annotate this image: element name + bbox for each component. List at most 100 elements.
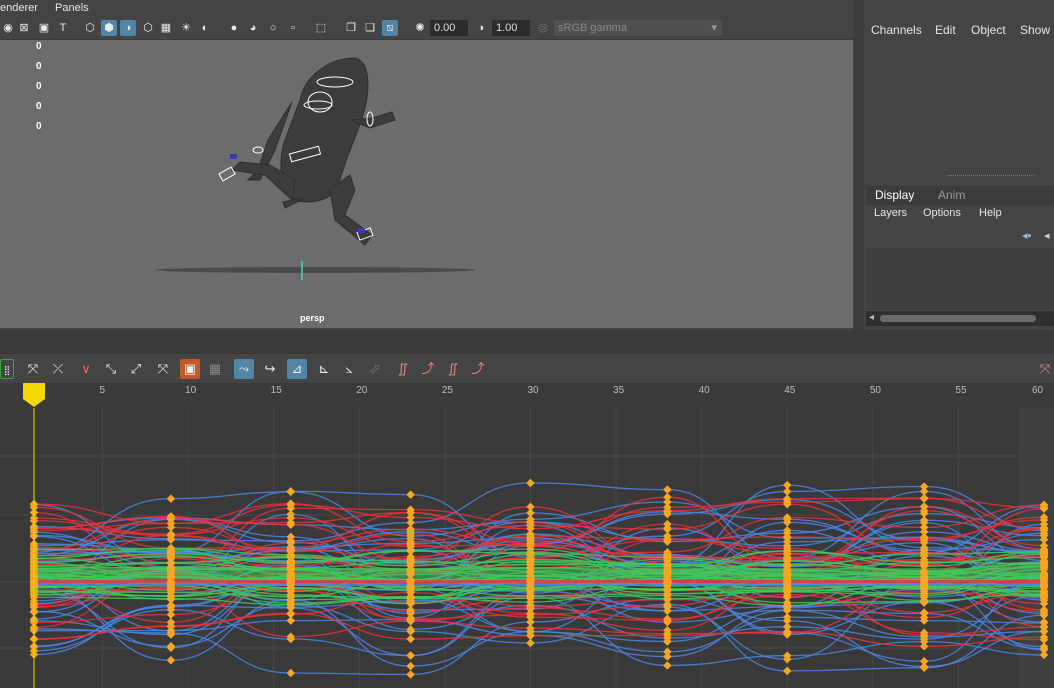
- keyframe-marker: [286, 487, 296, 496]
- resize-grip[interactable]: [948, 175, 1034, 176]
- default-material-icon[interactable]: ◑: [120, 20, 136, 36]
- image-plane-icon[interactable]: ▣: [36, 20, 52, 36]
- isolate-select-icon[interactable]: ⬚: [313, 20, 329, 36]
- oscillate-icon[interactable]: ⤴: [468, 359, 488, 379]
- graph-editor-toolbar: ⣿ ⤧ ⤫ ∨ ⤡ ⤢ ⤧ ▣ ▦ ⤳ ↪ ⊿ ⊾ ⦣ ⬀ ∬ ⤴ ∬ ⤴ ⤧: [0, 354, 1054, 383]
- viewport-toolbar: ◉ ⊠ ▣ T ⬡ ⬢ ◑ ⬡ ▦ ☀ ◐ ● ◕ ○ ▫ ⬚ ❐ ❑ ⧅ ✺ …: [0, 17, 858, 40]
- cycle-offset-icon[interactable]: ∬: [443, 359, 463, 379]
- ruler-tick-label: 30: [527, 385, 539, 396]
- keyframe-marker: [663, 492, 672, 502]
- depth-of-field-icon[interactable]: ▫: [285, 20, 301, 36]
- character-mesh: [230, 57, 396, 246]
- expand-toolbar-icon[interactable]: ⤧: [1036, 359, 1054, 379]
- chevron-down-icon: ▾: [711, 22, 717, 34]
- tab-anim[interactable]: Anim: [938, 188, 965, 202]
- keyframe-marker: [526, 502, 535, 512]
- frame-all-icon[interactable]: ⊿: [287, 359, 307, 379]
- menu-layers[interactable]: Layers: [874, 207, 907, 219]
- keyframe-marker: [286, 499, 296, 508]
- shadows-icon[interactable]: ◐: [197, 20, 213, 36]
- current-time-indicator[interactable]: [21, 383, 47, 408]
- center-view-icon[interactable]: ⦣: [339, 359, 359, 379]
- ruler-tick-label: 5: [99, 385, 106, 396]
- menu-options[interactable]: Options: [923, 207, 961, 219]
- fit-view-icon[interactable]: ⊠: [16, 20, 32, 36]
- tab-display[interactable]: Display: [875, 188, 914, 202]
- menu-show[interactable]: Show: [1020, 23, 1050, 37]
- curve-graph[interactable]: [0, 408, 1054, 688]
- layer-editor-tabs: Display Anim: [866, 186, 1054, 205]
- pane-divider[interactable]: [0, 330, 1054, 354]
- scrollbar-thumb[interactable]: [880, 315, 1036, 322]
- pre-infinity-icon[interactable]: ∬: [393, 359, 413, 379]
- time-ruler[interactable]: 5 10 15 20 25 30 35 40 45 50 55 60: [0, 383, 1054, 408]
- text-icon[interactable]: T: [55, 20, 71, 36]
- keyframe-marker: [406, 651, 415, 660]
- step-tangents-icon[interactable]: ⤧: [153, 359, 173, 379]
- motion-blur-icon[interactable]: ◕: [245, 20, 261, 36]
- snap-icon[interactable]: ↪: [260, 359, 280, 379]
- wireframe-on-shaded-icon[interactable]: ⬡: [140, 20, 156, 36]
- perspective-viewport[interactable]: 0 0 0 0 0 persp: [0, 40, 853, 328]
- curve-band-red: [34, 580, 1044, 583]
- horizontal-scrollbar[interactable]: ◂: [866, 311, 1054, 326]
- xray-joints-icon[interactable]: ❑: [362, 20, 378, 36]
- clamped-tangents-icon[interactable]: ⤡: [101, 359, 121, 379]
- exposure-icon[interactable]: ✺: [412, 20, 428, 36]
- keyframe-marker: [166, 610, 176, 619]
- move-keys-icon[interactable]: ⤧: [23, 359, 43, 379]
- frame-playback-range-icon[interactable]: ⊾: [314, 359, 334, 379]
- keyframe-marker: [919, 502, 929, 511]
- panel-splitter[interactable]: [853, 0, 864, 330]
- buffer-curve-icon[interactable]: ▣: [180, 359, 200, 379]
- lights-icon[interactable]: ☀: [178, 20, 194, 36]
- spline-tangents-icon[interactable]: ∨: [76, 359, 96, 379]
- insert-keys-icon[interactable]: ⤫: [48, 359, 68, 379]
- keyframe-marker: [286, 668, 296, 678]
- curve-band-blue: [34, 583, 1044, 586]
- textured-icon[interactable]: ▦: [158, 20, 174, 36]
- viewport-menu-bar: enderer Panels: [0, 0, 858, 17]
- menu-panels[interactable]: Panels: [55, 2, 89, 14]
- scroll-left-icon[interactable]: ◂: [869, 312, 874, 323]
- smooth-shade-icon[interactable]: ⬢: [101, 20, 117, 36]
- gamma-icon[interactable]: ◗: [474, 20, 490, 36]
- xray-icon[interactable]: ❐: [343, 20, 359, 36]
- color-space-dropdown[interactable]: sRGB gamma ▾: [554, 20, 722, 36]
- post-infinity-icon[interactable]: ⤴: [418, 359, 438, 379]
- curve-band-green: [34, 568, 1044, 582]
- linear-tangents-icon[interactable]: ⤢: [126, 359, 146, 379]
- anti-alias-icon[interactable]: ○: [265, 20, 281, 36]
- ruler-tick-label: 35: [613, 385, 625, 396]
- auto-frame-icon[interactable]: ⬀: [365, 359, 385, 379]
- keyframe-marker: [406, 547, 415, 556]
- menu-edit[interactable]: Edit: [935, 23, 956, 37]
- exposure-field[interactable]: 0.00: [430, 20, 468, 36]
- ruler-tick-label: 60: [1032, 385, 1044, 396]
- keyframe-marker: [406, 490, 415, 499]
- keyframe-marker: [919, 662, 929, 671]
- layer-list[interactable]: [866, 248, 1054, 310]
- xray-components-icon[interactable]: ⧅: [382, 20, 398, 36]
- keyframe-marker: [663, 661, 672, 670]
- move-layer-up-icon[interactable]: ◂▪: [1022, 229, 1031, 242]
- menu-help[interactable]: Help: [979, 207, 1002, 219]
- gamma-field[interactable]: 1.00: [492, 20, 530, 36]
- menu-object[interactable]: Object: [971, 23, 1006, 37]
- menu-channels[interactable]: Channels: [871, 23, 922, 37]
- wireframe-icon[interactable]: ⬡: [82, 20, 98, 36]
- normalize-icon[interactable]: ⤳: [234, 359, 254, 379]
- ruler-tick-label: 55: [955, 385, 967, 396]
- keyframe-marker: [782, 666, 792, 676]
- move-layer-down-icon[interactable]: ◂: [1044, 229, 1050, 242]
- keyframe-marker: [406, 634, 415, 644]
- keyframe-marker: [286, 609, 296, 619]
- ambient-occlusion-icon[interactable]: ●: [226, 20, 242, 36]
- color-management-icon[interactable]: ◎: [535, 20, 551, 36]
- menu-renderer[interactable]: enderer: [0, 2, 38, 14]
- camera-icon[interactable]: ◉: [0, 20, 16, 36]
- weighted-tangents-icon[interactable]: ▦: [205, 359, 225, 379]
- outliner-toggle-icon[interactable]: ⣿: [0, 359, 14, 379]
- keyframe-marker: [919, 642, 929, 651]
- ground-shadow: [155, 267, 475, 273]
